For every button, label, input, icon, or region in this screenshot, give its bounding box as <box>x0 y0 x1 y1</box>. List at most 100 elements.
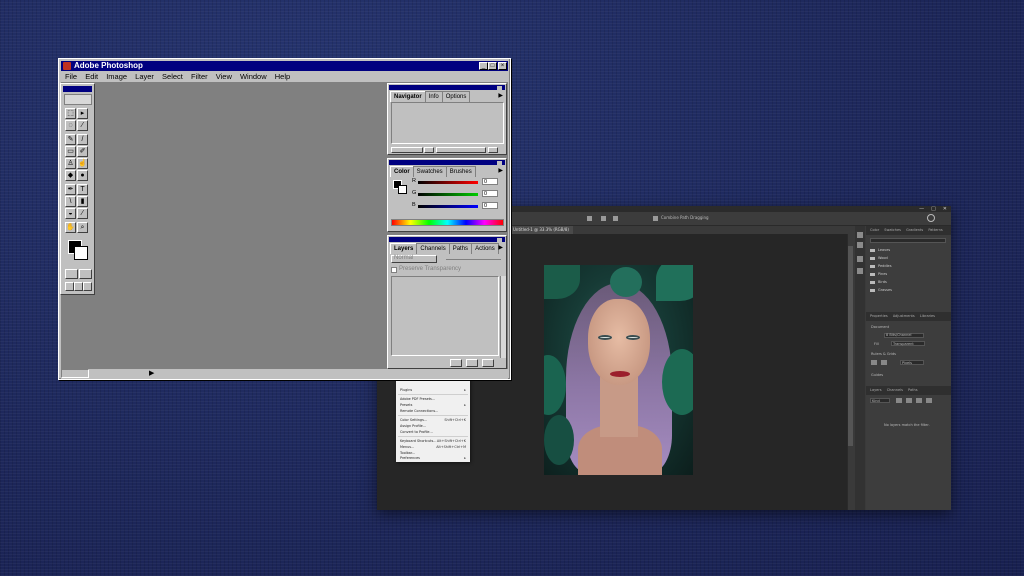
blue-slider[interactable] <box>418 205 478 208</box>
shape-folder[interactable]: Grasses <box>870 287 946 294</box>
tab-color[interactable]: Color <box>390 166 414 177</box>
pencil-tool-icon[interactable]: ✐ <box>77 146 88 157</box>
close-icon[interactable] <box>497 238 502 242</box>
shapes-panel-tabs[interactable]: Color Swatches Gradients Patterns <box>866 226 951 235</box>
menu-help[interactable]: Help <box>275 71 290 82</box>
tab-channels[interactable]: Channels <box>416 243 450 254</box>
palette-menu-arrow-icon[interactable]: ▶ <box>498 167 503 174</box>
menu-item-remote-connections[interactable]: Remote Connections... <box>400 409 438 413</box>
navigator-preview[interactable] <box>391 102 504 144</box>
filter-adjust-icon[interactable] <box>906 398 912 403</box>
shape-folder[interactable]: Leaves <box>870 247 946 254</box>
scrollbar-thumb[interactable] <box>848 246 853 446</box>
brush-icon[interactable] <box>857 256 863 262</box>
shapes-search-input[interactable] <box>870 238 946 243</box>
menu-edit[interactable]: Edit <box>85 71 98 82</box>
align-icon[interactable] <box>601 216 606 221</box>
blue-value[interactable]: 0 <box>482 202 498 209</box>
maximize-button[interactable]: □ <box>488 62 497 70</box>
menu-window[interactable]: Window <box>240 71 267 82</box>
close-icon[interactable] <box>497 86 502 90</box>
combine-path-dragging-label[interactable]: Combine Path Dragging <box>661 215 709 220</box>
menu-item-plugins[interactable]: Plugins <box>400 388 412 392</box>
shape-folder[interactable]: Birds <box>870 279 946 286</box>
zoom-box[interactable] <box>61 369 89 378</box>
screen-mode-full-menu-icon[interactable] <box>74 282 83 291</box>
blur-tool-icon[interactable]: ◆ <box>65 170 76 181</box>
tab-libraries[interactable]: Libraries <box>920 314 935 318</box>
zoom-out-icon[interactable] <box>424 147 434 153</box>
menu-item-convert-profile[interactable]: Convert to Profile... <box>400 430 433 434</box>
eye-logo-icon[interactable] <box>64 94 92 105</box>
navigator-title-bar[interactable] <box>389 85 505 90</box>
tab-gradients[interactable]: Gradients <box>906 228 923 232</box>
tab-swatches[interactable]: Swatches <box>412 166 447 177</box>
tab-paths[interactable]: Paths <box>908 388 918 392</box>
zoom-in-icon[interactable] <box>488 147 498 153</box>
history-icon[interactable] <box>857 232 863 238</box>
dodge-tool-icon[interactable]: ● <box>77 170 88 181</box>
new-layer-page-icon[interactable] <box>466 359 478 367</box>
type-tool-icon[interactable]: T <box>77 184 88 195</box>
path-op-icon[interactable] <box>587 216 592 221</box>
menu-layer[interactable]: Layer <box>135 71 154 82</box>
pen-tool-icon[interactable]: ✒ <box>65 184 76 195</box>
new-layer-icon[interactable] <box>450 359 462 367</box>
zoom-tool-icon[interactable]: ⌕ <box>77 222 88 233</box>
color-background-swatch[interactable] <box>398 185 407 194</box>
layers-scrollbar[interactable] <box>500 276 506 358</box>
document-tab[interactable]: Untitled-1 @ 33.3% (RGB/8) <box>509 226 573 234</box>
paint-bucket-tool-icon[interactable]: ◒ <box>65 208 76 219</box>
menu-item-preferences[interactable]: Preferences <box>400 456 420 460</box>
menu-item-assign-profile[interactable]: Assign Profile... <box>400 424 426 428</box>
tab-adjustments[interactable]: Adjustments <box>893 314 915 318</box>
close-button[interactable]: × <box>498 62 507 70</box>
palette-menu-arrow-icon[interactable]: ▶ <box>498 244 503 251</box>
tab-patterns[interactable]: Patterns <box>928 228 942 232</box>
smudge-tool-icon[interactable]: ☝ <box>77 158 88 169</box>
tab-layers[interactable]: Layers <box>870 388 882 392</box>
preserve-transparency-checkbox[interactable] <box>391 267 397 273</box>
menu-item-adobe-pdf-presets[interactable]: Adobe PDF Presets... <box>400 397 435 401</box>
menu-select[interactable]: Select <box>162 71 183 82</box>
menu-item-color-settings[interactable]: Color Settings... <box>400 418 427 422</box>
menu-item-toolbar[interactable]: Toolbar... <box>400 451 415 455</box>
airbrush-tool-icon[interactable]: ✎ <box>65 134 76 145</box>
photoshop-app-icon[interactable] <box>63 62 71 70</box>
layers-panel-tabs[interactable]: Layers Channels Paths <box>866 386 951 395</box>
adjust-icon[interactable] <box>857 268 863 274</box>
shape-folder[interactable]: Pines <box>870 271 946 278</box>
menu-image[interactable]: Image <box>106 71 127 82</box>
palette-menu-arrow-icon[interactable]: ▶ <box>498 92 503 99</box>
line-tool-icon[interactable]: \ <box>65 196 76 207</box>
eyedropper-tool-icon[interactable]: ⁄ <box>77 208 88 219</box>
filter-image-icon[interactable] <box>896 398 902 403</box>
magic-wand-tool-icon[interactable]: ⁄ <box>77 120 88 131</box>
tab-options[interactable]: Options <box>441 91 471 102</box>
tab-color[interactable]: Color <box>870 228 879 232</box>
arrange-icon[interactable] <box>613 216 618 221</box>
quickmask-mode-icon[interactable] <box>79 269 92 279</box>
green-value[interactable]: 0 <box>482 190 498 197</box>
gradient-tool-icon[interactable]: ▮ <box>77 196 88 207</box>
color-title-bar[interactable] <box>389 160 505 165</box>
zoom-percent-field[interactable] <box>391 147 423 153</box>
screen-mode-standard-icon[interactable] <box>65 282 74 291</box>
eraser-tool-icon[interactable]: ▭ <box>65 146 76 157</box>
menu-filter[interactable]: Filter <box>191 71 208 82</box>
settings-gear-icon[interactable] <box>653 216 658 221</box>
red-value[interactable]: 0 <box>482 178 498 185</box>
opacity-slider[interactable] <box>446 259 501 260</box>
move-tool-icon[interactable]: ▸ <box>77 108 88 119</box>
close-icon[interactable] <box>497 161 502 165</box>
tab-properties[interactable]: Properties <box>870 314 888 318</box>
tab-navigator[interactable]: Navigator <box>390 91 426 102</box>
menu-view[interactable]: View <box>216 71 232 82</box>
minimize-button[interactable]: _ <box>479 62 488 70</box>
tab-channels[interactable]: Channels <box>887 388 903 392</box>
tab-brushes[interactable]: Brushes <box>445 166 476 177</box>
toolbox-title-bar[interactable] <box>63 86 92 92</box>
green-slider[interactable] <box>418 193 478 196</box>
zoom-slider[interactable] <box>436 147 486 153</box>
lasso-tool-icon[interactable]: ◌ <box>65 120 76 131</box>
